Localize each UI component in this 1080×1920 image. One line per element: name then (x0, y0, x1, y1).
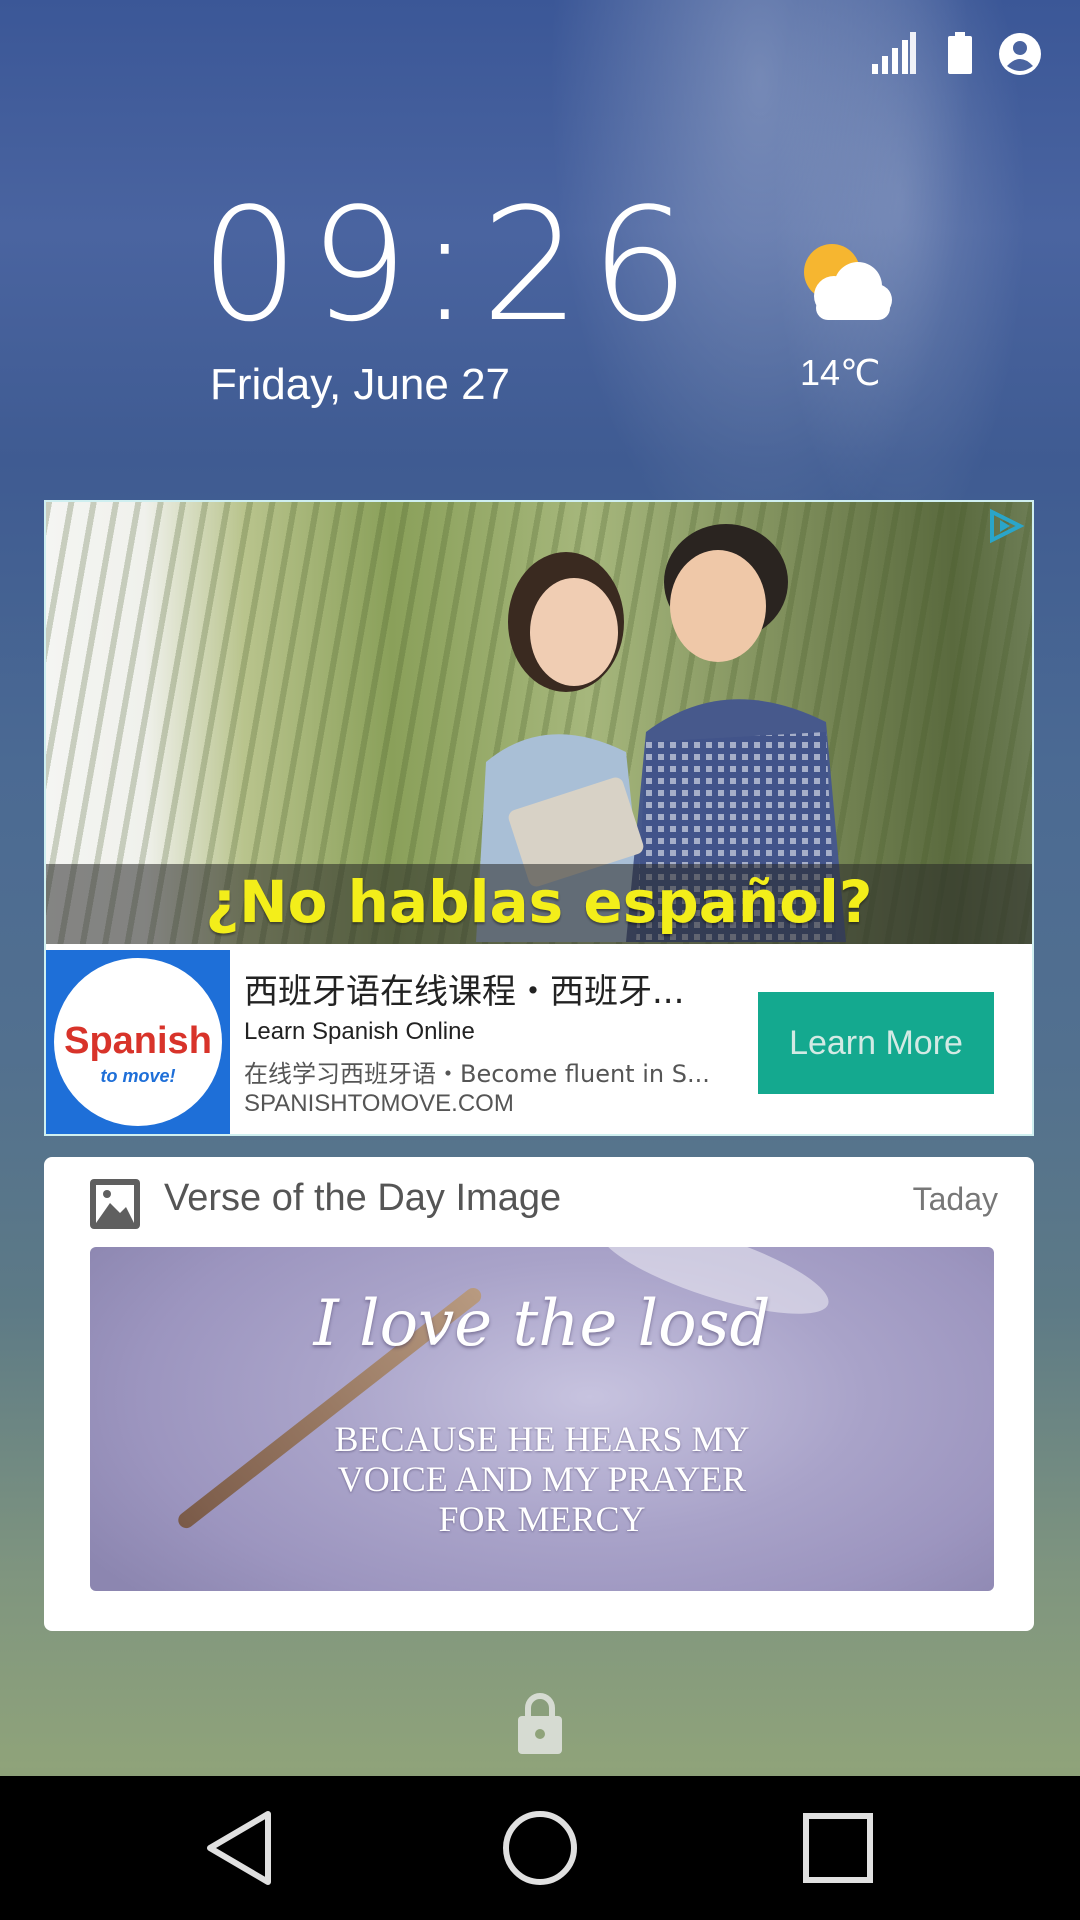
back-icon[interactable] (200, 1806, 284, 1890)
verse-card-title: Verse of the Day Image (164, 1177, 562, 1219)
verse-notification-card[interactable]: Verse of the Day Image Taday I love the … (44, 1157, 1034, 1631)
ad-description: 在线学习西班牙语・Become fluent in S... (244, 1060, 710, 1088)
ad-advertiser-logo[interactable]: Spanish to move! (46, 950, 230, 1134)
verse-card-timestamp: Taday (912, 1181, 998, 1217)
verse-body-line: BECAUSE HE HEARS MY (334, 1419, 750, 1459)
image-icon (90, 1179, 140, 1233)
learn-more-button[interactable]: Learn More (758, 992, 994, 1094)
ad-headline: ¿No hablas español? (205, 868, 873, 936)
account-icon[interactable] (998, 32, 1042, 80)
partly-cloudy-icon (800, 240, 892, 328)
ad-logo-tagline: to move! (100, 1066, 176, 1086)
navigation-bar (0, 1776, 1080, 1920)
native-ad-card[interactable]: ¿No hablas español? Spanish to move! 西班牙… (44, 500, 1034, 1136)
ad-logo-badge: Spanish to move! (54, 958, 222, 1126)
recents-icon[interactable] (796, 1806, 880, 1890)
lockscreen-clock: 09:26 (200, 174, 700, 356)
ad-title[interactable]: 西班牙语在线课程・西班牙... (244, 964, 684, 1013)
home-icon[interactable] (498, 1806, 582, 1890)
verse-image-script-text: I love the losd (313, 1287, 771, 1361)
ad-subtitle: Learn Spanish Online (244, 1018, 475, 1045)
ad-image[interactable]: ¿No hablas español? (46, 502, 1032, 944)
weather-temperature: 14℃ (800, 352, 881, 393)
ad-logo-word: Spanish (64, 1020, 212, 1062)
verse-body-line: FOR MERCY (438, 1499, 646, 1539)
verse-image-body-text: BECAUSE HE HEARS MY VOICE AND MY PRAYER … (90, 1419, 994, 1539)
lock-icon[interactable] (516, 1692, 564, 1758)
ad-url: SPANISHTOMOVE.COM (244, 1090, 514, 1117)
signal-icon (872, 32, 916, 78)
verse-image[interactable]: I love the losd BECAUSE HE HEARS MY VOIC… (90, 1247, 994, 1591)
adchoices-icon[interactable] (986, 508, 1026, 548)
verse-body-line: VOICE AND MY PRAYER (337, 1459, 747, 1499)
lockscreen-date: Friday, June 27 (210, 360, 511, 409)
status-bar (0, 0, 1080, 104)
battery-icon (946, 32, 974, 78)
